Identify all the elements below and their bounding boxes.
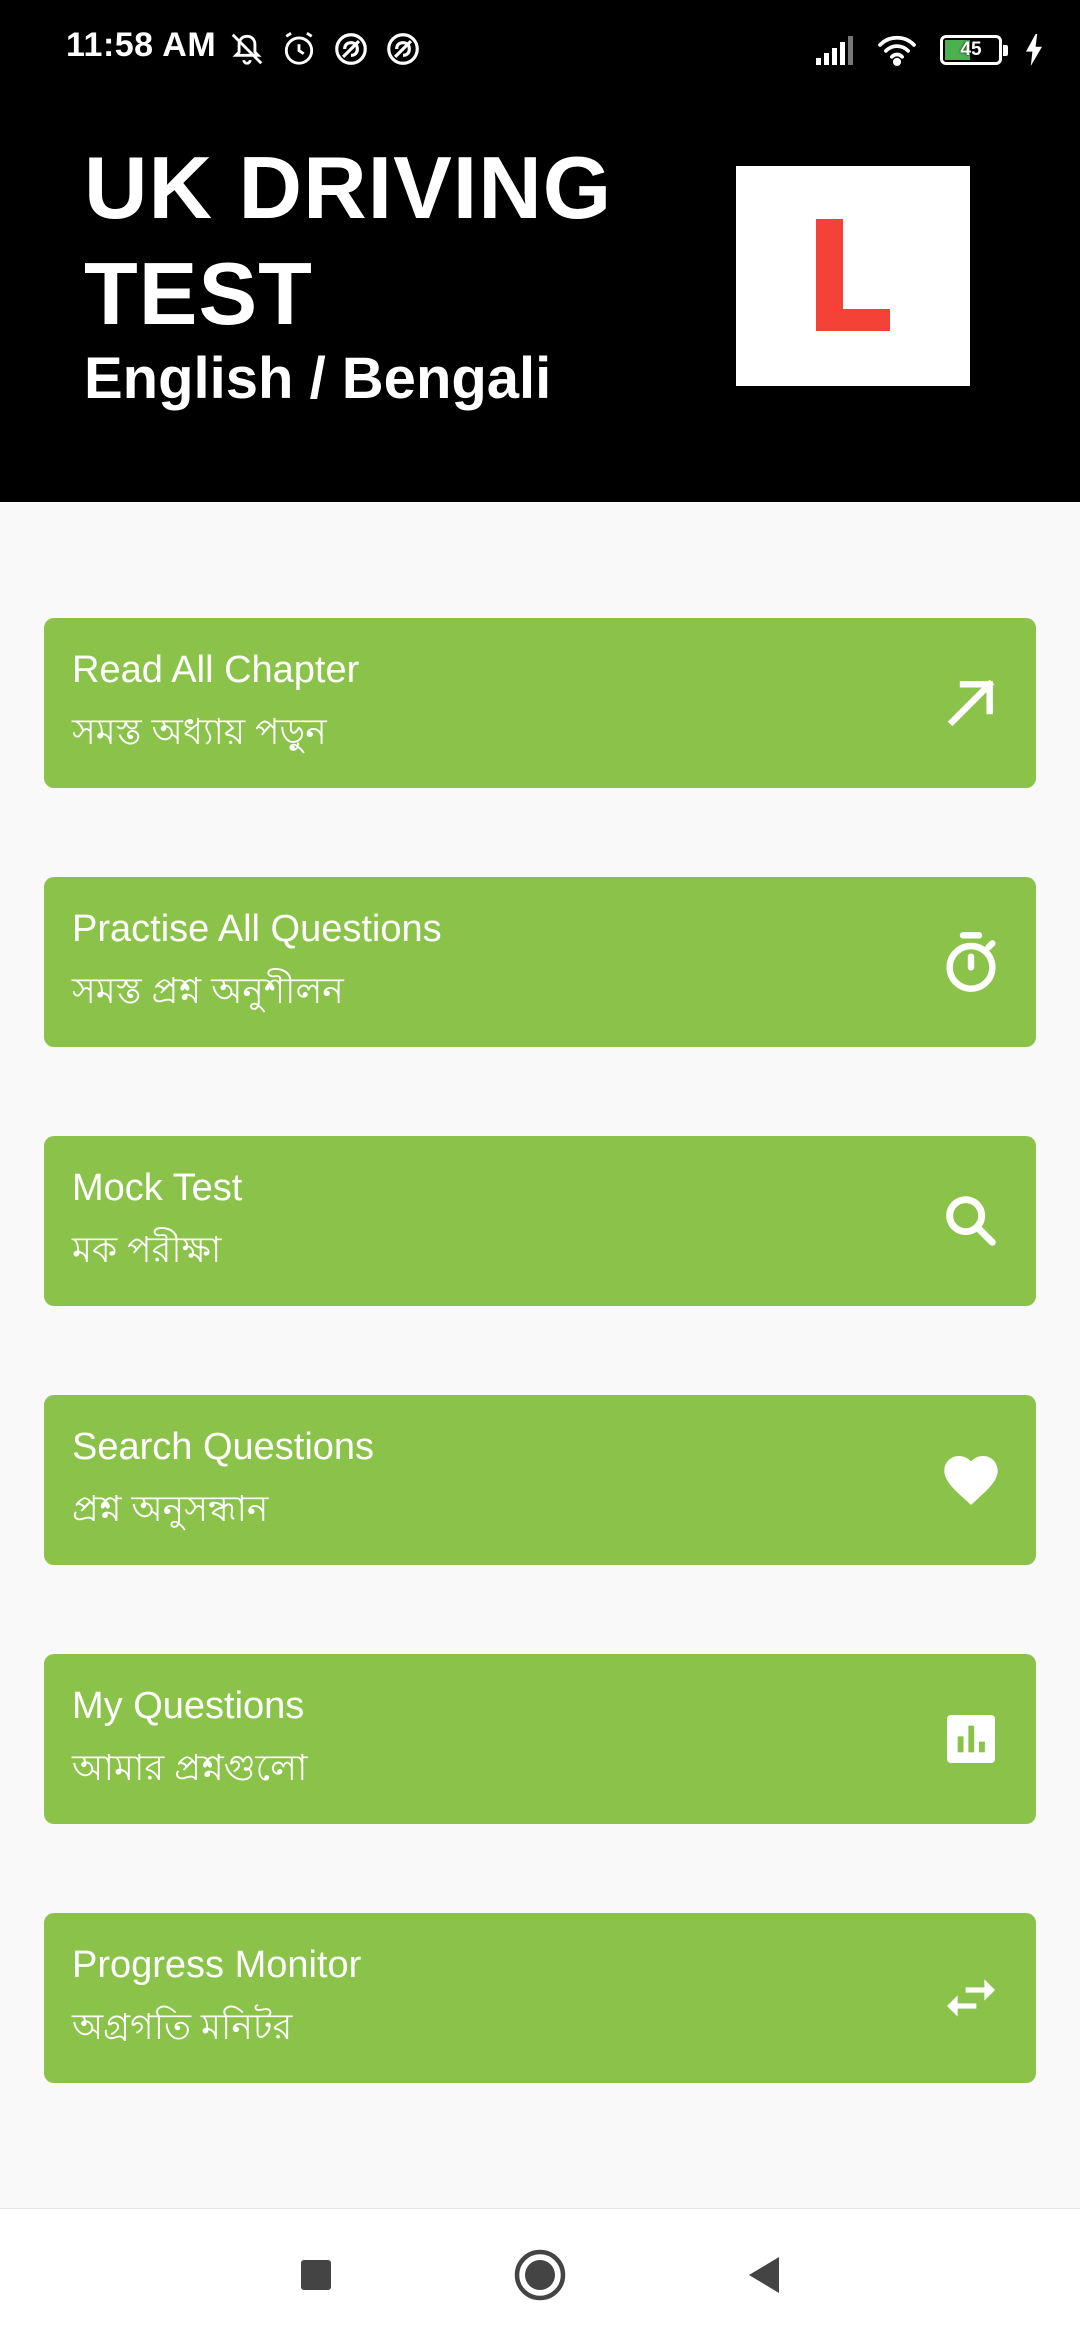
menu-subtitle: সমস্ত অধ্যায় পড়ুন <box>72 711 327 752</box>
my-questions-button[interactable]: My Questions আমার প্রশ্নগুলো <box>44 1654 1036 1824</box>
mute-icon <box>231 33 263 65</box>
status-time: 11:58 AM <box>66 26 217 64</box>
menu-subtitle: মক পরীক্ষা <box>72 1229 222 1270</box>
menu-title: My Questions <box>72 1685 305 1727</box>
mock-test-button[interactable]: Mock Test মক পরীক্ষা <box>44 1136 1036 1306</box>
back-button[interactable] <box>734 2245 794 2305</box>
practise-all-questions-button[interactable]: Practise All Questions সমস্ত প্রশ্ন অনুশ… <box>44 877 1036 1047</box>
app-title-line1: UK DRIVING <box>84 138 613 237</box>
wifi-icon <box>878 35 916 66</box>
menu-title: Practise All Questions <box>72 908 442 950</box>
home-icon <box>514 2249 566 2301</box>
status-bar: 11:58 AM 45 <box>0 0 1080 100</box>
charging-icon <box>1026 34 1042 66</box>
status-icons-right: 45 <box>814 30 1044 70</box>
alarm-icon <box>284 31 314 65</box>
home-button[interactable] <box>510 2245 570 2305</box>
signal-icon <box>816 36 853 65</box>
swap-arrows-icon <box>936 1963 1006 2033</box>
status-icons-left <box>228 30 422 70</box>
arrow-up-right-icon <box>936 668 1006 738</box>
battery-level: 45 <box>960 39 982 60</box>
back-icon <box>749 2257 779 2293</box>
timer-icon <box>936 927 1006 997</box>
menu-subtitle: সমস্ত প্রশ্ন অনুশীলন <box>72 970 344 1011</box>
menu-subtitle: আমার প্রশ্নগুলো <box>72 1747 308 1788</box>
notification-icon <box>387 33 419 65</box>
menu-subtitle: প্রশ্ন অনুসন্ধান <box>72 1488 269 1529</box>
learner-plate-logo <box>736 166 970 386</box>
menu-title: Search Questions <box>72 1426 375 1468</box>
app-subtitle: English / Bengali <box>84 346 552 411</box>
read-all-chapter-button[interactable]: Read All Chapter সমস্ত অধ্যায় পড়ুন <box>44 618 1036 788</box>
menu-title: Progress Monitor <box>72 1944 362 1986</box>
menu-subtitle: অগ্রগতি মনিটর <box>72 2006 293 2047</box>
battery-icon: 45 <box>940 35 1008 65</box>
notification-icon <box>335 33 367 65</box>
menu-title: Mock Test <box>72 1167 243 1209</box>
menu-title: Read All Chapter <box>72 649 360 691</box>
app-title-line2: TEST <box>84 244 313 343</box>
heart-icon <box>936 1445 1006 1515</box>
recents-icon <box>301 2260 331 2290</box>
system-navigation-bar <box>0 2208 1080 2341</box>
learner-l-icon <box>816 219 890 331</box>
app-header: UK DRIVING TEST English / Bengali <box>0 100 1080 502</box>
search-icon <box>936 1186 1006 1256</box>
bar-chart-icon <box>936 1704 1006 1774</box>
search-questions-button[interactable]: Search Questions প্রশ্ন অনুসন্ধান <box>44 1395 1036 1565</box>
recents-button[interactable] <box>286 2245 346 2305</box>
progress-monitor-button[interactable]: Progress Monitor অগ্রগতি মনিটর <box>44 1913 1036 2083</box>
